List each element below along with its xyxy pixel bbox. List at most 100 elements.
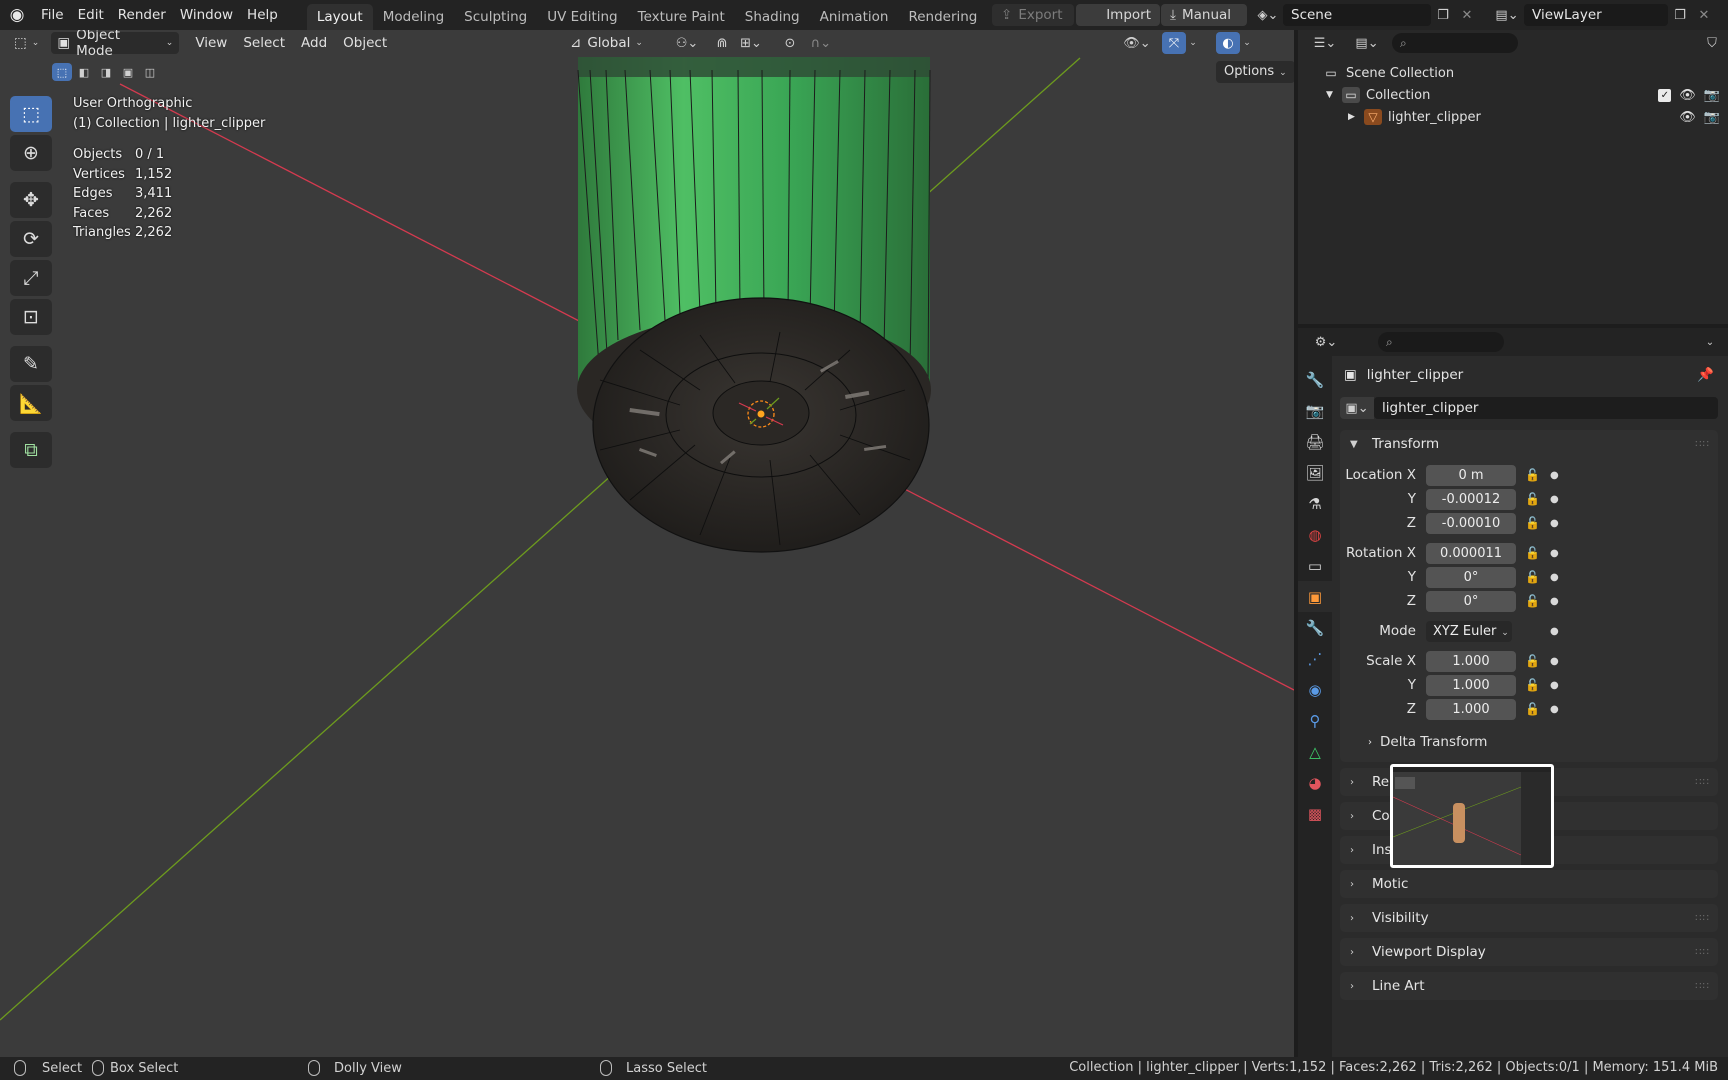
menu-add[interactable]: Add — [293, 35, 335, 51]
select-invert-icon[interactable]: ▣ — [118, 63, 138, 81]
export-button[interactable]: ⇪ Export — [992, 4, 1074, 26]
lock-icon[interactable]: 🔓 — [1525, 570, 1540, 584]
particles-tab-icon[interactable]: ⋰ — [1298, 643, 1332, 674]
location-x-field[interactable]: 0 m — [1426, 464, 1516, 486]
collection-tab-icon[interactable]: ▭ — [1298, 550, 1332, 581]
properties-editor-icon[interactable]: ⚙⌄ — [1308, 331, 1344, 353]
scale-icon[interactable]: ⤢ — [10, 260, 52, 296]
location-y-field[interactable]: -0.00012 — [1426, 488, 1516, 510]
keyframe-dot[interactable]: ● — [1550, 518, 1559, 529]
line-art-panel[interactable]: › Line Art ∷∷ — [1340, 972, 1718, 1000]
visibility-icon[interactable]: 👁⌄ — [1120, 32, 1154, 54]
new-scene-icon[interactable]: ❐ — [1431, 4, 1455, 26]
view-layer-icon[interactable]: ▤⌄ — [1490, 4, 1524, 26]
outliner-collection[interactable]: ▼ ▭ Collection ✓ 👁 📷 — [1298, 84, 1728, 106]
scale-y-field[interactable]: 1.000 — [1426, 674, 1516, 696]
lock-icon[interactable]: 🔓 — [1525, 654, 1540, 668]
close-view-layer-icon[interactable]: ✕ — [1692, 4, 1716, 26]
menu-render[interactable]: Render — [111, 4, 173, 26]
keyframe-dot[interactable]: ● — [1550, 596, 1559, 607]
measure-icon[interactable]: 📐 — [10, 385, 52, 421]
tab-animation[interactable]: Animation — [810, 4, 899, 30]
delta-transform-subpanel[interactable]: › Delta Transform — [1340, 728, 1718, 756]
menu-select[interactable]: Select — [235, 35, 293, 51]
pivot-icon[interactable]: ⚇⌄ — [670, 32, 704, 54]
drag-grip-icon[interactable]: ∷∷ — [1695, 913, 1710, 924]
add-cube-icon[interactable]: ⧉ — [10, 432, 52, 468]
scale-x-field[interactable]: 1.000 — [1426, 650, 1516, 672]
tab-shading[interactable]: Shading — [735, 4, 810, 30]
falloff-icon[interactable]: ∩⌄ — [804, 32, 838, 54]
lock-icon[interactable]: 🔓 — [1525, 678, 1540, 692]
keyframe-dot[interactable]: ● — [1550, 548, 1559, 559]
lock-icon[interactable]: 🔓 — [1525, 546, 1540, 560]
object-name-field[interactable]: lighter_clipper — [1374, 397, 1718, 419]
drag-grip-icon[interactable]: ∷∷ — [1695, 981, 1710, 992]
checkbox-icon[interactable]: ✓ — [1658, 88, 1672, 102]
3d-viewport[interactable]: Z X Y ⬚⌄ ▣ Object Mode⌄ View Select Add … — [0, 30, 1294, 1057]
filter-icon[interactable]: ⛉ — [1700, 32, 1724, 54]
drag-grip-icon[interactable]: ∷∷ — [1695, 777, 1710, 788]
view-layer-tab-icon[interactable]: 🖼 — [1298, 457, 1332, 488]
import-button[interactable]: Import — [1076, 4, 1160, 26]
viewport-display-panel[interactable]: › Viewport Display ∷∷ — [1340, 938, 1718, 966]
keyframe-dot[interactable]: ● — [1550, 656, 1559, 667]
expand-icon[interactable]: ▶ — [1348, 112, 1364, 122]
menu-object[interactable]: Object — [335, 35, 395, 51]
cursor-icon[interactable]: ⊕ — [10, 135, 52, 171]
eye-icon[interactable]: 👁 — [1679, 110, 1696, 125]
select-extend-icon[interactable]: ◧ — [74, 63, 94, 81]
scene-tab-icon[interactable]: ⚗ — [1298, 488, 1332, 519]
lock-icon[interactable]: 🔓 — [1525, 702, 1540, 716]
menu-edit[interactable]: Edit — [71, 4, 111, 26]
screenshot-thumbnail[interactable] — [1390, 764, 1554, 868]
outliner-search-input[interactable]: ⌕ — [1392, 33, 1518, 53]
gizmo-dropdown-icon[interactable]: ⌄ — [1186, 32, 1200, 54]
select-new-icon[interactable]: ⬚ — [52, 63, 72, 81]
transform-icon[interactable]: ⊡ — [10, 299, 52, 335]
outliner-editor-icon[interactable]: ☰⌄ — [1308, 32, 1342, 54]
drag-grip-icon[interactable]: ∷∷ — [1695, 439, 1710, 450]
select-intersect-icon[interactable]: ◫ — [140, 63, 160, 81]
tab-sculpting[interactable]: Sculpting — [454, 4, 537, 30]
gizmo-toggle-icon[interactable]: ⤧ — [1162, 32, 1186, 54]
menu-file[interactable]: File — [34, 4, 71, 26]
menu-view[interactable]: View — [187, 35, 235, 51]
physics-tab-icon[interactable]: ◉ — [1298, 674, 1332, 705]
rotation-mode-dropdown[interactable]: XYZ Euler ⌄ — [1426, 620, 1512, 642]
camera-render-icon[interactable]: 📷 — [1704, 88, 1720, 103]
datablock-icon[interactable]: ▣⌄ — [1340, 397, 1374, 419]
manual-button[interactable]: ⤓ Manual — [1161, 4, 1247, 26]
keyframe-dot[interactable]: ● — [1550, 680, 1559, 691]
scene-icon[interactable]: ◈⌄ — [1253, 4, 1283, 26]
output-tab-icon[interactable]: 🖨 — [1298, 426, 1332, 457]
tab-layout[interactable]: Layout — [306, 4, 373, 30]
keyframe-dot[interactable]: ● — [1550, 494, 1559, 505]
proportional-edit-icon[interactable]: ⊙ — [778, 32, 802, 54]
scene-name-field[interactable]: Scene — [1283, 4, 1431, 26]
editor-type-button[interactable]: ⬚ ⌄ — [10, 32, 43, 54]
scale-z-field[interactable]: 1.000 — [1426, 698, 1516, 720]
rotation-y-field[interactable]: 0° — [1426, 566, 1516, 588]
options-dropdown[interactable]: Options ⌄ — [1216, 61, 1294, 83]
visibility-panel[interactable]: › Visibility ∷∷ — [1340, 904, 1718, 932]
render-tab-icon[interactable]: 📷 — [1298, 395, 1332, 426]
tab-uv-editing[interactable]: UV Editing — [537, 4, 627, 30]
rotate-icon[interactable]: ⟳ — [10, 221, 52, 257]
new-view-layer-icon[interactable]: ❐ — [1668, 4, 1692, 26]
snap-target-icon[interactable]: ⊞⌄ — [734, 32, 768, 54]
pin-icon[interactable]: 📌 — [1697, 367, 1714, 383]
rotation-x-field[interactable]: 0.000011 — [1426, 542, 1516, 564]
motion-paths-panel[interactable]: › Motic — [1340, 870, 1718, 898]
properties-options-icon[interactable]: ⌄ — [1698, 331, 1722, 353]
drag-grip-icon[interactable]: ∷∷ — [1695, 947, 1710, 958]
outliner-object-row[interactable]: ▶ ▽ lighter_clipper 👁 📷 — [1298, 106, 1728, 128]
snap-icon[interactable]: ⋒ — [710, 32, 734, 54]
keyframe-dot[interactable]: ● — [1550, 704, 1559, 715]
world-tab-icon[interactable]: ◍ — [1298, 519, 1332, 550]
tab-texture-paint[interactable]: Texture Paint — [628, 4, 735, 30]
display-mode-icon[interactable]: ▤⌄ — [1350, 32, 1384, 54]
rotation-z-field[interactable]: 0° — [1426, 590, 1516, 612]
annotate-icon[interactable]: ✎ — [10, 346, 52, 382]
constraints-tab-icon[interactable]: ⚲ — [1298, 705, 1332, 736]
